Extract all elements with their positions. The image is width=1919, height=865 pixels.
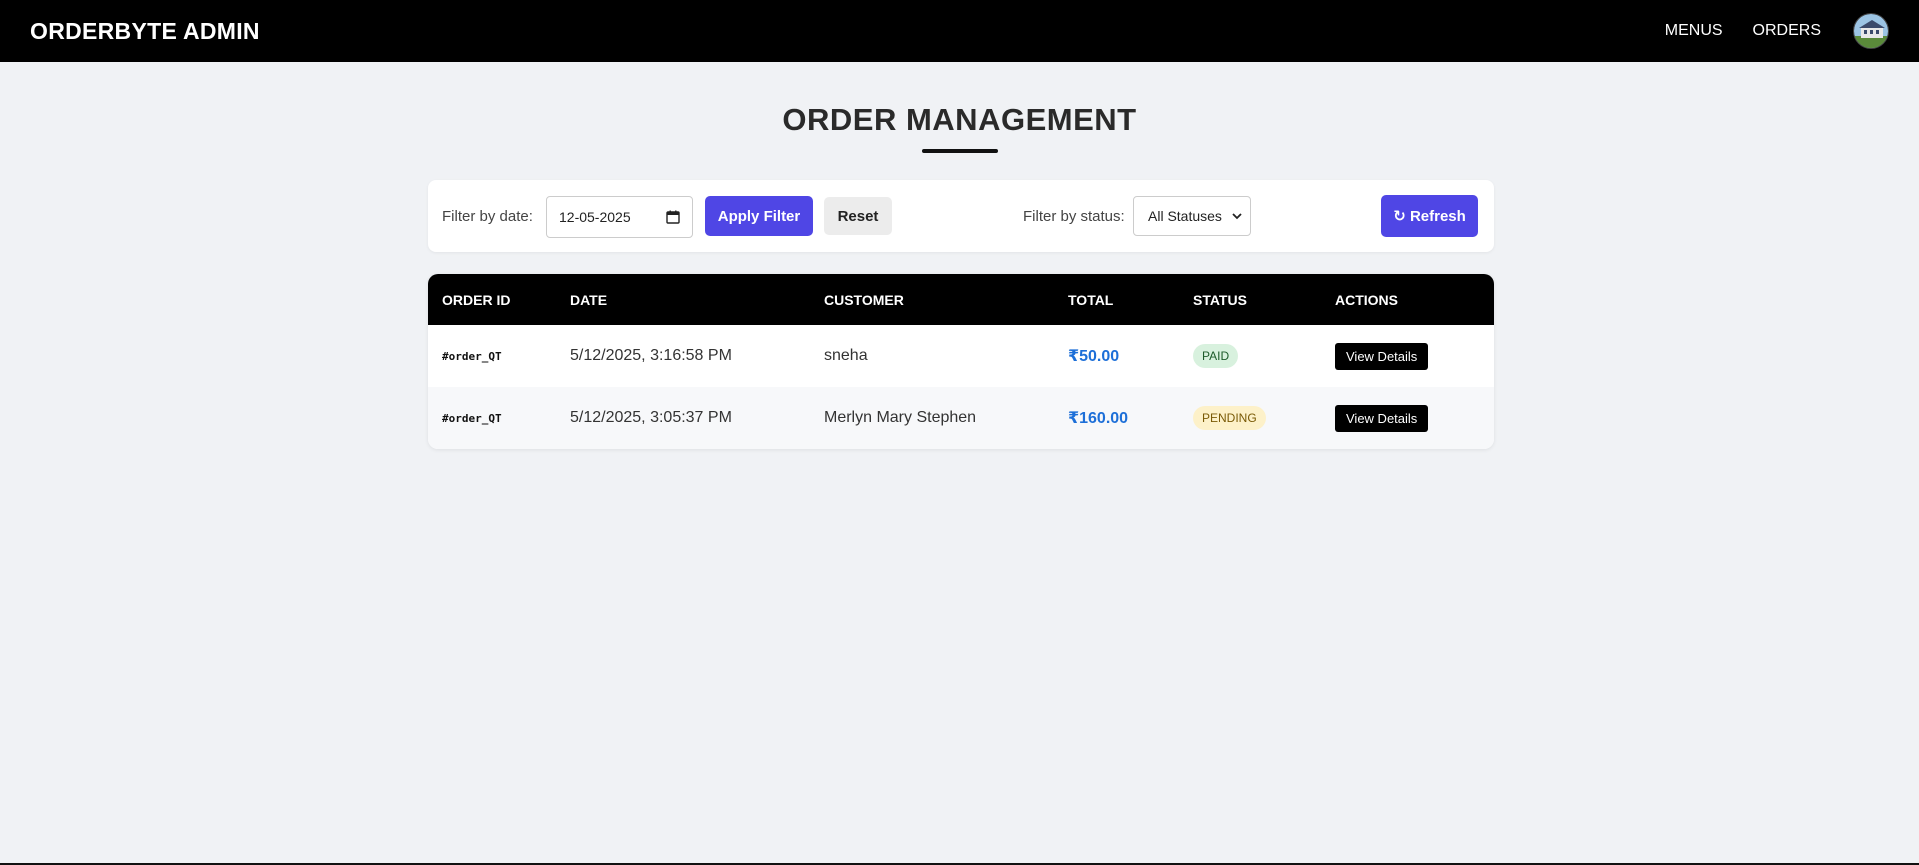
title-underline <box>922 149 998 153</box>
column-header-customer: CUSTOMER <box>824 292 904 308</box>
status-filter-label: Filter by status: <box>1023 208 1125 225</box>
date-value: 12-05-2025 <box>559 209 631 225</box>
brand-title[interactable]: ORDERBYTE ADMIN <box>30 18 260 45</box>
avatar[interactable] <box>1853 13 1889 49</box>
table-header: ORDER ID DATE CUSTOMER TOTAL STATUS ACTI… <box>428 274 1494 325</box>
apply-filter-button[interactable]: Apply Filter <box>705 196 813 236</box>
column-header-actions: ACTIONS <box>1335 292 1398 308</box>
view-details-button[interactable]: View Details <box>1335 404 1429 432</box>
filter-bar: Filter by date: 12-05-2025 Apply Filter … <box>428 180 1494 252</box>
status-filter-select[interactable]: All Statuses <box>1133 196 1251 236</box>
page-title: ORDER MANAGEMENT <box>782 102 1137 137</box>
reset-button[interactable]: Reset <box>824 197 892 235</box>
order-total: ₹50.00 <box>1068 348 1120 365</box>
orders-table: ORDER ID DATE CUSTOMER TOTAL STATUS ACTI… <box>428 274 1494 449</box>
nav-menus-link[interactable]: MENUS <box>1665 22 1723 40</box>
order-id: #order_QT <box>442 349 502 363</box>
nav-orders-link[interactable]: ORDERS <box>1753 22 1821 40</box>
nav-links: MENUS ORDERS <box>1635 13 1889 49</box>
table-row: #order_QT 5/12/2025, 3:16:58 PM sneha ₹5… <box>428 325 1494 387</box>
date-filter-label: Filter by date: <box>442 208 533 225</box>
table-row: #order_QT 5/12/2025, 3:05:37 PM Merlyn M… <box>428 387 1494 449</box>
order-id: #order_QT <box>442 411 502 425</box>
status-selected-value: All Statuses <box>1148 208 1222 224</box>
order-total: ₹160.00 <box>1068 410 1129 427</box>
column-header-order-id: ORDER ID <box>442 292 511 308</box>
date-filter-input[interactable]: 12-05-2025 <box>546 196 693 238</box>
status-badge: PENDING <box>1193 406 1266 430</box>
top-navbar: ORDERBYTE ADMIN MENUS ORDERS <box>0 0 1919 62</box>
column-header-status: STATUS <box>1193 292 1247 308</box>
column-header-total: TOTAL <box>1068 292 1114 308</box>
customer-name: Merlyn Mary Stephen <box>824 409 977 426</box>
chevron-down-icon <box>1232 208 1242 224</box>
customer-name: sneha <box>824 347 868 364</box>
order-date: 5/12/2025, 3:16:58 PM <box>570 347 732 364</box>
avatar-image <box>1854 14 1888 48</box>
column-header-date: DATE <box>570 292 608 308</box>
refresh-button[interactable]: ↻ Refresh <box>1381 195 1478 237</box>
order-date: 5/12/2025, 3:05:37 PM <box>570 409 732 426</box>
calendar-icon[interactable] <box>666 210 680 224</box>
view-details-button[interactable]: View Details <box>1335 342 1429 370</box>
status-badge: PAID <box>1193 344 1239 368</box>
